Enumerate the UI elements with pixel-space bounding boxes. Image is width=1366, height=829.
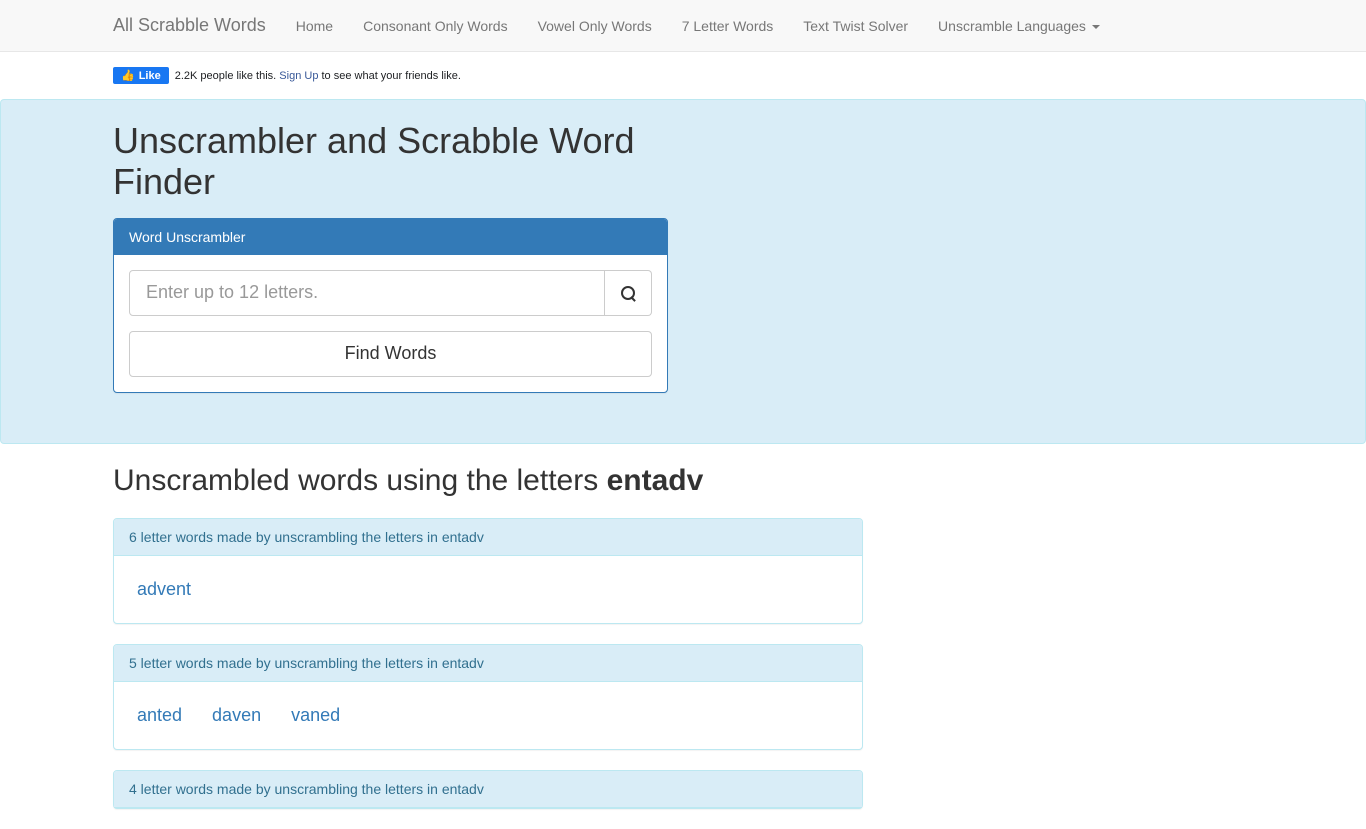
word-list: anted daven vaned bbox=[129, 697, 847, 734]
result-group-5: 5 letter words made by unscrambling the … bbox=[113, 644, 863, 750]
nav-link-languages[interactable]: Unscramble Languages bbox=[923, 3, 1115, 49]
word-list: advent bbox=[129, 571, 847, 608]
hero-jumbotron: Unscrambler and Scrabble Word Finder Wor… bbox=[0, 99, 1366, 444]
word-item: advent bbox=[137, 579, 191, 600]
result-group-4: 4 letter words made by unscrambling the … bbox=[113, 770, 863, 809]
nav-item-7letter: 7 Letter Words bbox=[667, 3, 789, 49]
word-item: daven bbox=[212, 705, 261, 726]
letters-input[interactable] bbox=[129, 270, 605, 316]
nav-item-consonant: Consonant Only Words bbox=[348, 3, 522, 49]
unscrambler-panel: Word Unscrambler Find Words bbox=[113, 218, 668, 393]
nav-link-consonant[interactable]: Consonant Only Words bbox=[348, 3, 522, 49]
word-link[interactable]: vaned bbox=[291, 705, 340, 725]
facebook-like-widget: 👍 Like 2.2K people like this. Sign Up to… bbox=[113, 67, 1253, 84]
nav-link-vowel[interactable]: Vowel Only Words bbox=[523, 3, 667, 49]
word-item: anted bbox=[137, 705, 182, 726]
page-title: Unscrambler and Scrabble Word Finder bbox=[113, 120, 673, 203]
search-addon[interactable] bbox=[605, 270, 652, 316]
results-heading: Unscrambled words using the letters enta… bbox=[113, 464, 1253, 498]
nav-link-texttwist[interactable]: Text Twist Solver bbox=[788, 3, 923, 49]
word-link[interactable]: anted bbox=[137, 705, 182, 725]
word-link[interactable]: advent bbox=[137, 579, 191, 599]
search-icon bbox=[621, 286, 635, 300]
nav-link-home[interactable]: Home bbox=[281, 3, 348, 49]
nav-item-texttwist: Text Twist Solver bbox=[788, 3, 923, 49]
result-group-6: 6 letter words made by unscrambling the … bbox=[113, 518, 863, 624]
unscrambler-panel-heading: Word Unscrambler bbox=[114, 219, 667, 255]
fb-like-label: Like bbox=[139, 70, 161, 82]
fb-like-text: 2.2K people like this. Sign Up to see wh… bbox=[175, 70, 461, 82]
nav-item-vowel: Vowel Only Words bbox=[523, 3, 667, 49]
nav-list: Home Consonant Only Words Vowel Only Wor… bbox=[281, 3, 1115, 49]
result-group-heading: 4 letter words made by unscrambling the … bbox=[114, 771, 862, 808]
word-link[interactable]: daven bbox=[212, 705, 261, 725]
fb-signup-link[interactable]: Sign Up bbox=[279, 70, 318, 82]
thumbs-up-icon: 👍 bbox=[121, 69, 135, 82]
top-navbar: All Scrabble Words Home Consonant Only W… bbox=[0, 0, 1366, 52]
word-item: vaned bbox=[291, 705, 340, 726]
find-words-button[interactable]: Find Words bbox=[129, 331, 652, 377]
result-group-heading: 6 letter words made by unscrambling the … bbox=[114, 519, 862, 556]
result-group-heading: 5 letter words made by unscrambling the … bbox=[114, 645, 862, 682]
nav-item-languages: Unscramble Languages bbox=[923, 3, 1115, 49]
nav-link-7letter[interactable]: 7 Letter Words bbox=[667, 3, 789, 49]
nav-item-home: Home bbox=[281, 3, 348, 49]
fb-like-button[interactable]: 👍 Like bbox=[113, 67, 169, 84]
navbar-brand[interactable]: All Scrabble Words bbox=[113, 0, 281, 51]
chevron-down-icon bbox=[1092, 25, 1100, 29]
